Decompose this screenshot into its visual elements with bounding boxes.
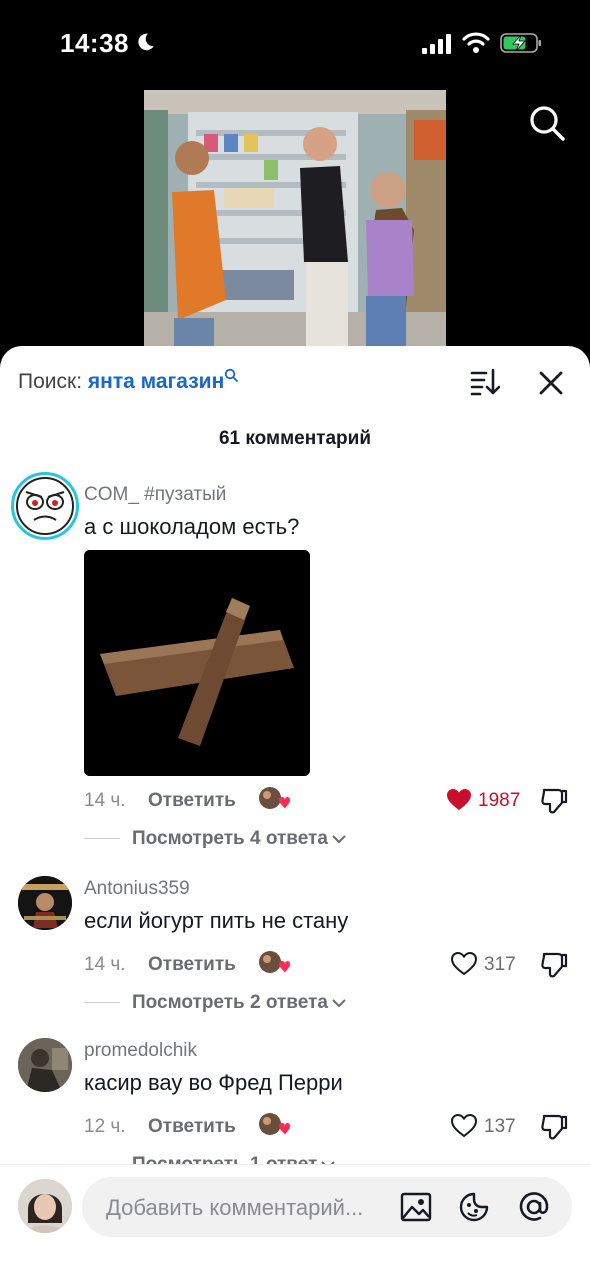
comment-item: Antonius359 если йогурт пить не стану 14… xyxy=(0,876,590,1026)
comments-count: 61 комментарий xyxy=(218,428,372,449)
like-count: 137 xyxy=(484,1116,516,1137)
avatar-image xyxy=(18,1038,72,1092)
comment-username[interactable]: COM_ #пузатый xyxy=(84,484,226,506)
creator-liked-icon xyxy=(259,951,290,973)
comment-time: 12 ч. xyxy=(84,1116,126,1137)
comment-text: касир вау во Фред Перри xyxy=(84,1070,343,1095)
close-icon[interactable] xyxy=(538,370,564,396)
heart-icon[interactable] xyxy=(451,1114,477,1138)
dislike-icon[interactable] xyxy=(540,950,568,978)
creator-liked-icon xyxy=(259,787,290,809)
chevron-down-icon xyxy=(332,999,346,1008)
comment-username[interactable]: promedolchik xyxy=(84,1040,197,1062)
reply-button[interactable]: Ответить xyxy=(148,790,236,812)
dislike-icon[interactable] xyxy=(540,1112,568,1140)
search-label: Поиск: xyxy=(18,370,83,393)
comment-time: 14 ч. xyxy=(84,954,126,975)
comment-text: а с шоколадом есть? xyxy=(84,514,300,539)
heart-icon[interactable] xyxy=(451,952,477,976)
chocolate-bar-image xyxy=(84,550,310,776)
comment-input-placeholder: Добавить комментарий... xyxy=(106,1195,364,1220)
wifi-icon xyxy=(462,32,490,53)
mention-icon[interactable] xyxy=(518,1191,550,1223)
comment-image[interactable] xyxy=(84,550,310,776)
avatar-image xyxy=(16,477,74,535)
comment-text: если йогурт пить не стану xyxy=(84,908,349,933)
avatar[interactable] xyxy=(18,1179,72,1233)
view-replies-button[interactable]: Посмотреть 2 ответа xyxy=(84,992,346,1014)
moon-icon xyxy=(138,33,154,51)
search-icon xyxy=(225,368,239,382)
avatar-image xyxy=(18,1179,72,1233)
creator-liked-icon xyxy=(259,1113,290,1135)
like-count: 1987 xyxy=(478,790,521,811)
image-icon[interactable] xyxy=(400,1191,432,1223)
view-replies-label: Посмотреть 4 ответа xyxy=(132,828,328,849)
search-suggestion[interactable]: Поиск: янта магазин xyxy=(18,368,239,394)
comment-time: 14 ч. xyxy=(84,790,126,811)
status-time: 14:38 xyxy=(60,28,129,58)
reply-button[interactable]: Ответить xyxy=(148,954,236,976)
comment-item: COM_ #пузатый а с шоколадом есть? 14 ч. … xyxy=(0,472,590,852)
video-player[interactable] xyxy=(144,90,446,346)
avatar-image xyxy=(18,876,72,930)
like-count: 317 xyxy=(484,954,516,975)
search-icon[interactable] xyxy=(528,104,566,142)
battery-icon xyxy=(500,33,541,53)
divider xyxy=(84,838,120,840)
comment-username[interactable]: Antonius359 xyxy=(84,878,190,900)
divider xyxy=(84,1002,120,1004)
emoji-icon[interactable] xyxy=(458,1191,490,1223)
dislike-icon[interactable] xyxy=(540,786,568,814)
status-bar: 14:38 xyxy=(0,0,590,88)
avatar[interactable] xyxy=(11,472,79,540)
signal-icon xyxy=(422,34,451,54)
avatar[interactable] xyxy=(18,1038,72,1092)
view-replies-label: Посмотреть 2 ответа xyxy=(132,992,328,1013)
comments-header: Поиск: янта магазин xyxy=(0,346,590,418)
view-replies-button[interactable]: Посмотреть 4 ответа xyxy=(84,828,346,850)
chevron-down-icon xyxy=(332,835,346,844)
heart-icon[interactable] xyxy=(446,788,472,812)
video-frame xyxy=(144,90,446,346)
search-query[interactable]: янта магазин xyxy=(88,370,224,393)
reply-button[interactable]: Ответить xyxy=(148,1116,236,1138)
sort-icon[interactable] xyxy=(470,368,500,396)
comments-sheet: Поиск: янта магазин 61 комментарий COM_ … xyxy=(0,346,590,1280)
comment-input-bar: Добавить комментарий... xyxy=(0,1164,590,1280)
avatar[interactable] xyxy=(18,876,72,930)
comment-input[interactable]: Добавить комментарий... xyxy=(82,1177,572,1237)
